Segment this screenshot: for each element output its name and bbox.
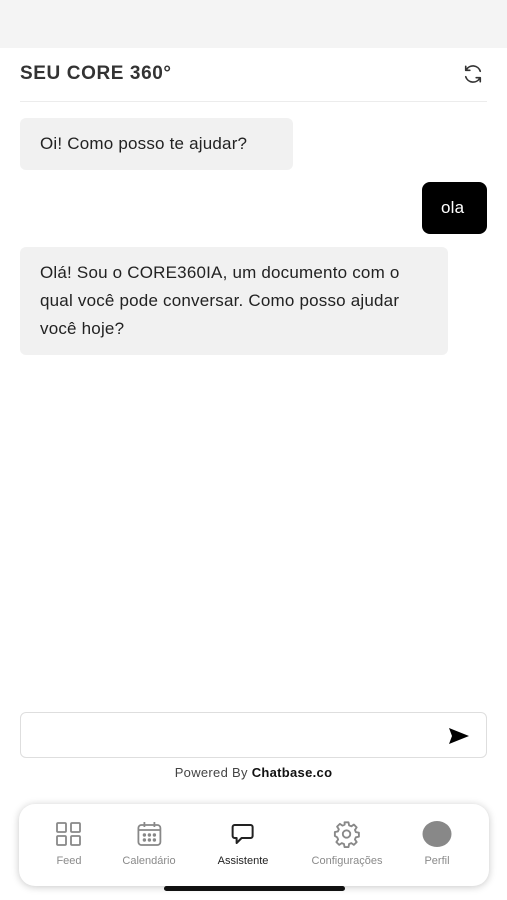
- bottom-tab-bar: Feed Calendário Assistente Configurações…: [19, 804, 489, 886]
- tab-calendario[interactable]: Calendário: [122, 820, 176, 867]
- calendar-icon: [137, 822, 161, 846]
- tab-perfil[interactable]: Perfil: [422, 820, 452, 867]
- bot-message: Olá! Sou o CORE360IA, um documento com o…: [20, 247, 448, 355]
- chat-header: SEU CORE 360°: [20, 48, 487, 102]
- message-input[interactable]: [33, 719, 433, 751]
- tab-label: Configurações: [311, 855, 383, 867]
- status-bar: [0, 0, 507, 48]
- tab-configuracoes[interactable]: Configurações: [311, 820, 383, 867]
- bot-message: Oi! Como posso te ajudar?: [20, 118, 293, 170]
- powered-by: Powered By Chatbase.co: [0, 765, 507, 780]
- send-icon: [449, 728, 469, 744]
- message-input-box: [20, 712, 487, 758]
- powered-by-brand[interactable]: Chatbase.co: [252, 765, 333, 780]
- tab-feed[interactable]: Feed: [55, 820, 83, 867]
- tab-label: Assistente: [217, 855, 269, 867]
- tab-label: Calendário: [122, 855, 176, 867]
- avatar-icon: [422, 821, 452, 847]
- tab-label: Perfil: [424, 855, 450, 867]
- refresh-button[interactable]: [459, 60, 487, 88]
- chat-icon: [232, 824, 254, 844]
- user-message: ola: [422, 182, 487, 234]
- send-button[interactable]: [446, 724, 472, 748]
- grid-icon: [56, 822, 81, 846]
- gear-icon: [334, 821, 361, 848]
- tab-assistente[interactable]: Assistente: [217, 820, 269, 867]
- powered-by-prefix: Powered By: [174, 765, 248, 780]
- tab-label: Feed: [56, 855, 82, 867]
- refresh-icon: [464, 64, 482, 83]
- home-indicator: [164, 886, 345, 891]
- page-title: SEU CORE 360°: [20, 62, 172, 84]
